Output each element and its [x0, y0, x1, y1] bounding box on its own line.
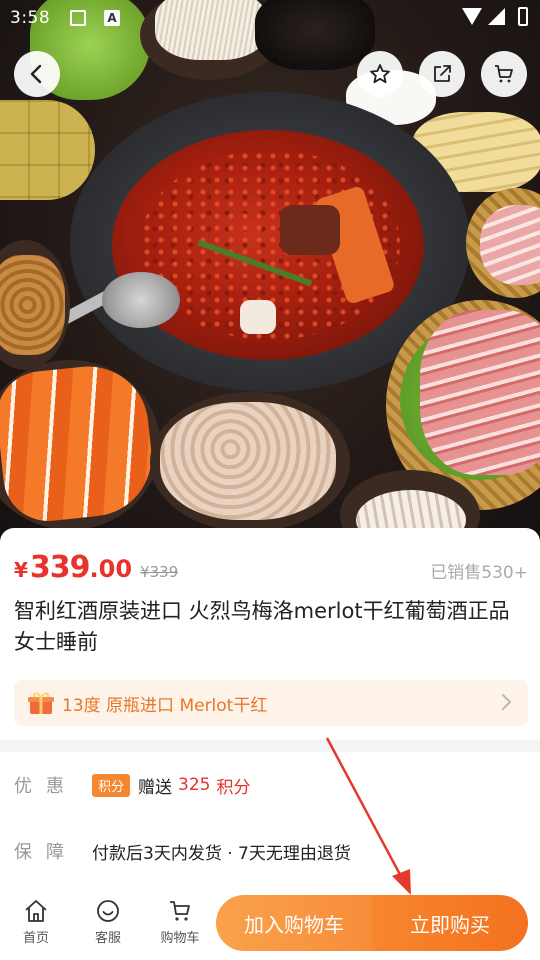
discount-label: 优惠 — [14, 776, 78, 797]
battery-icon — [518, 7, 528, 26]
promo-banner[interactable]: 13度 原瓶进口 Merlot干红 — [14, 680, 528, 726]
gift-amount: 325 — [178, 775, 211, 795]
cart-icon — [495, 65, 513, 83]
currency-symbol: ¥ — [14, 558, 28, 582]
lamb-slices-decor — [420, 310, 540, 475]
status-bar: 3:58 A — [0, 0, 540, 36]
tofu-decor — [0, 100, 95, 200]
promo-text: 13度 原瓶进口 Merlot干红 — [62, 695, 268, 716]
signal-icon — [488, 8, 505, 25]
beef-decor — [480, 205, 540, 285]
sold-count: 已销售530+ — [430, 563, 528, 583]
guarantee-label: 保障 — [14, 842, 78, 863]
fried-food-decor — [0, 255, 65, 355]
gift-icon — [28, 692, 54, 714]
tab-service[interactable]: 客服 — [78, 898, 138, 946]
share-icon — [434, 65, 451, 82]
favorite-button[interactable] — [357, 51, 403, 97]
add-to-cart-button[interactable]: 加入购物车 — [216, 895, 372, 951]
tab-service-label: 客服 — [94, 931, 121, 946]
star-icon — [370, 64, 390, 84]
image-notification-icon — [70, 10, 86, 26]
chat-smile-icon — [97, 900, 119, 922]
price-decimal: .00 — [89, 555, 133, 583]
points-badge: 积分 — [92, 773, 131, 797]
arrow-left-icon — [30, 64, 42, 84]
original-price: ¥339 — [140, 563, 179, 581]
tab-home-label: 首页 — [22, 931, 49, 946]
purchase-buttons: 加入购物车 立即购买 — [216, 895, 528, 951]
garlic-decor — [240, 300, 276, 334]
guarantee-row[interactable]: 保障 付款后3天内发货 · 7天无理由退货 — [14, 836, 351, 866]
wifi-icon — [462, 8, 482, 25]
header-cart-button[interactable] — [481, 51, 527, 97]
tab-cart[interactable]: 购物车 — [150, 898, 210, 946]
benefits-section: 优惠 积分 赠送 325 积分 保障 付款后3天内发货 · 7天无理由退货 — [0, 752, 540, 882]
status-time: 3:58 — [10, 8, 51, 28]
chevron-right-icon — [502, 694, 512, 710]
home-icon — [25, 900, 47, 922]
price-integer: 339 — [29, 550, 91, 585]
product-summary-card: ¥ 339 .00 ¥339 已销售530+ 智利红酒原装进口 火烈鸟梅洛mer… — [0, 528, 540, 740]
share-button[interactable] — [419, 51, 465, 97]
cart-icon — [170, 901, 190, 921]
product-title: 智利红酒原装进口 火烈鸟梅洛merlot干红葡萄酒正品女士睡前 — [14, 599, 510, 654]
tripe-decor — [160, 402, 336, 520]
bottom-action-bar: 首页 客服 购物车 加入购物车 立即购买 — [0, 882, 540, 960]
back-button[interactable] — [14, 51, 60, 97]
gift-prefix: 赠送 — [138, 777, 173, 798]
app-notification-icon: A — [104, 10, 120, 26]
tab-home[interactable]: 首页 — [6, 898, 66, 946]
guarantee-text: 付款后3天内发货 · 7天无理由退货 — [92, 843, 351, 864]
ladle-decor — [102, 272, 180, 328]
meat-decor — [280, 205, 340, 255]
product-detail-screen: 3:58 A ¥ 339 .00 ¥339 已销售530+ 智利红酒原装进口 火… — [0, 0, 540, 960]
buy-now-button[interactable]: 立即购买 — [372, 895, 528, 951]
tab-cart-label: 购物车 — [160, 931, 200, 946]
discount-row[interactable]: 优惠 积分 赠送 325 积分 — [14, 770, 256, 800]
price-row: ¥ 339 .00 ¥339 — [14, 550, 178, 590]
gift-suffix: 积分 — [216, 777, 251, 798]
